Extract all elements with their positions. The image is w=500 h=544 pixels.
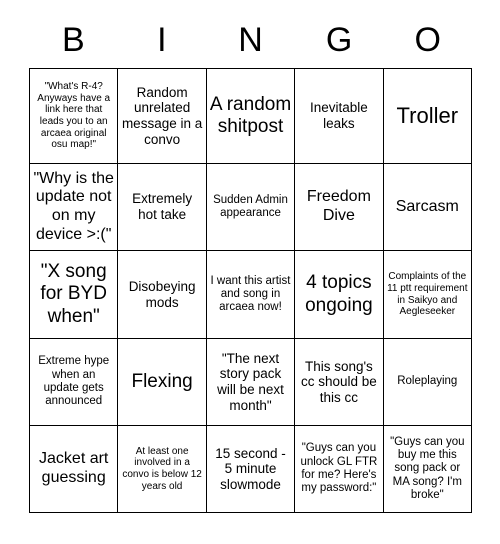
bingo-cell-label: "What's R-4? Anyways have a link here th… bbox=[37, 81, 111, 151]
bingo-cell[interactable]: Complaints of the 11 ptt requirement in … bbox=[383, 251, 472, 339]
bingo-cell[interactable]: "The next story pack will be next month" bbox=[206, 339, 296, 426]
bingo-cell-label: "Guys can you unlock GL FTR for me? Here… bbox=[300, 442, 378, 495]
header-letter-o: O bbox=[414, 21, 441, 59]
bingo-cell[interactable]: Troller bbox=[383, 69, 472, 164]
bingo-cell[interactable]: "Guys can you buy me this song pack or M… bbox=[383, 426, 472, 513]
bingo-cell-label: "Guys can you buy me this song pack or M… bbox=[390, 435, 465, 501]
bingo-cell[interactable]: "X song for BYD when" bbox=[30, 251, 119, 339]
header-letter-i: I bbox=[157, 21, 167, 59]
bingo-cell-label: At least one involved in a convo is belo… bbox=[122, 445, 202, 492]
bingo-cell[interactable]: This song's cc should be this cc bbox=[295, 339, 384, 426]
header-letter-g: G bbox=[325, 21, 353, 59]
bingo-cell-label: "Why is the update not on my device >:(" bbox=[33, 169, 114, 243]
bingo-cell-label: Troller bbox=[396, 103, 459, 129]
bingo-cell-label: Sudden Admin appearance bbox=[213, 193, 288, 219]
header-letter-b: B bbox=[61, 21, 85, 59]
bingo-cell-label: Flexing bbox=[131, 370, 193, 392]
bingo-cell[interactable]: Flexing bbox=[118, 339, 207, 426]
bingo-cell-label: Disobeying mods bbox=[128, 278, 196, 310]
bingo-cell-label: Random unrelated message in a convo bbox=[121, 84, 203, 147]
bingo-cell[interactable]: "Guys can you unlock GL FTR for me? Here… bbox=[295, 426, 384, 513]
bingo-cell[interactable]: Jacket art guessing bbox=[30, 426, 119, 513]
bingo-cell-label: A random shitpost bbox=[209, 93, 292, 137]
bingo-cell[interactable]: Inevitable leaks bbox=[295, 69, 384, 164]
bingo-cell[interactable]: At least one involved in a convo is belo… bbox=[118, 426, 207, 513]
bingo-cell-label: "X song for BYD when" bbox=[40, 261, 107, 327]
bingo-cell[interactable]: Freedom Dive bbox=[295, 164, 384, 251]
bingo-cell-label: Sarcasm bbox=[395, 197, 459, 215]
bingo-cell[interactable]: Extremely hot take bbox=[118, 164, 207, 251]
bingo-cell-label: Roleplaying bbox=[397, 375, 458, 388]
bingo-cell-label: 15 second - 5 minute slowmode bbox=[215, 445, 286, 492]
bingo-cell-label: 4 topics ongoing bbox=[305, 272, 373, 316]
bingo-cell[interactable]: Sudden Admin appearance bbox=[206, 164, 296, 251]
bingo-cell[interactable]: 15 second - 5 minute slowmode bbox=[206, 426, 296, 513]
bingo-cell-label: Extreme hype when an update gets announc… bbox=[38, 355, 110, 408]
bingo-cell[interactable]: 4 topics ongoing bbox=[295, 251, 384, 339]
bingo-grid: "What's R-4? Anyways have a link here th… bbox=[29, 68, 472, 513]
bingo-cell-label: This song's cc should be this cc bbox=[300, 358, 377, 405]
bingo-cell[interactable]: Extreme hype when an update gets announc… bbox=[30, 339, 119, 426]
bingo-cell[interactable]: I want this artist and song in arcaea no… bbox=[206, 251, 296, 339]
bingo-cell[interactable]: Roleplaying bbox=[383, 339, 472, 426]
bingo-cell-label: Inevitable leaks bbox=[309, 100, 368, 131]
bingo-cell-label: Jacket art guessing bbox=[39, 450, 109, 486]
bingo-cell-label: Extremely hot take bbox=[132, 191, 193, 222]
bingo-cell[interactable]: "What's R-4? Anyways have a link here th… bbox=[30, 69, 119, 164]
bingo-cell-label: "The next story pack will be next month" bbox=[217, 350, 284, 413]
bingo-cell[interactable]: Sarcasm bbox=[383, 164, 472, 251]
bingo-cell[interactable]: "Why is the update not on my device >:(" bbox=[30, 164, 119, 251]
bingo-cell-label: Freedom Dive bbox=[306, 188, 371, 224]
bingo-card: B I N G O "What's R-4? Anyways have a li… bbox=[29, 0, 472, 513]
bingo-cell[interactable]: Disobeying mods bbox=[118, 251, 207, 339]
bingo-cell[interactable]: A random shitpost bbox=[206, 69, 296, 164]
bingo-cell[interactable]: Random unrelated message in a convo bbox=[118, 69, 207, 164]
header-letter-n: N bbox=[238, 21, 263, 59]
bingo-header: B I N G O bbox=[29, 0, 472, 68]
bingo-cell-label: I want this artist and song in arcaea no… bbox=[210, 274, 291, 314]
bingo-cell-label: Complaints of the 11 ptt requirement in … bbox=[387, 271, 468, 318]
